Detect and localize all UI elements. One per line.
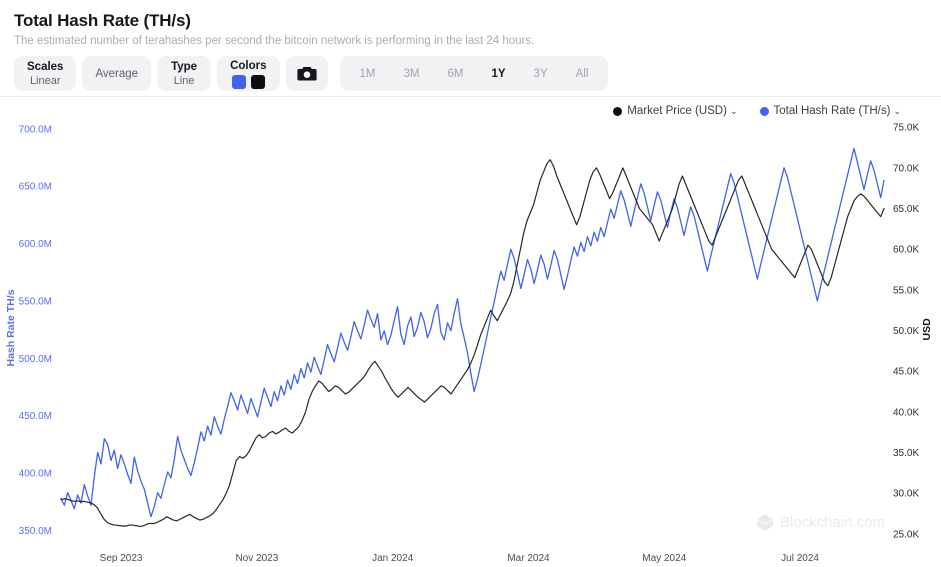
y-left-tick-4: 500.0M <box>19 354 52 365</box>
blockchain-diamond-icon <box>757 514 773 531</box>
range-1y[interactable]: 1Y <box>477 57 519 91</box>
y-right-tick-9: 30.0K <box>893 489 919 500</box>
scales-button-value: Linear <box>30 74 61 88</box>
scales-button[interactable]: Scales Linear <box>14 56 76 91</box>
range-1m[interactable]: 1M <box>346 57 390 91</box>
type-button[interactable]: Type Line <box>157 56 211 91</box>
x-tick-5: Jul 2024 <box>781 553 819 564</box>
hash-rate-chart-page: Total Hash Rate (TH/s) The estimated num… <box>0 0 941 567</box>
average-button-label: Average <box>95 67 138 81</box>
y-right-tick-1: 70.0K <box>893 163 919 174</box>
page-title: Total Hash Rate (TH/s) <box>14 10 941 32</box>
screenshot-button[interactable] <box>286 56 328 91</box>
y-right-tick-5: 50.0K <box>893 326 919 337</box>
y-axis-right-ticks: 75.0K 70.0K 65.0K 60.0K 55.0K 50.0K 45.0K 40.0K… <box>893 123 919 541</box>
range-all[interactable]: All <box>562 57 603 91</box>
y-right-tick-4: 55.0K <box>893 285 919 296</box>
x-tick-2: Jan 2024 <box>372 553 414 564</box>
dual-axis-line-chart: 700.0M 650.0M 600.0M 550.0M 500.0M 450.0M 400.… <box>0 97 941 567</box>
y-right-tick-0: 75.0K <box>893 123 919 134</box>
y-right-tick-2: 65.0K <box>893 204 919 215</box>
y-axis-left-ticks: 700.0M 650.0M 600.0M 550.0M 500.0M 450.0M 400.… <box>19 124 52 537</box>
y-left-tick-7: 350.0M <box>19 526 52 537</box>
camera-icon <box>297 65 317 82</box>
y-left-tick-5: 450.0M <box>19 411 52 422</box>
y-left-tick-1: 650.0M <box>19 182 52 193</box>
x-tick-1: Nov 2023 <box>235 553 278 564</box>
colors-button-label: Colors <box>230 59 266 73</box>
x-tick-3: Mar 2024 <box>507 553 550 564</box>
series-line-hash-rate <box>61 148 884 516</box>
color-swatches <box>232 75 265 89</box>
x-tick-4: May 2024 <box>642 553 686 564</box>
range-3y[interactable]: 3Y <box>520 57 562 91</box>
scales-button-label: Scales <box>27 60 63 74</box>
chart-plot-area: 700.0M 650.0M 600.0M 550.0M 500.0M 450.0M 400.… <box>0 97 941 567</box>
average-button[interactable]: Average <box>82 56 151 91</box>
type-button-label: Type <box>171 60 197 74</box>
y-right-tick-10: 25.0K <box>893 529 919 540</box>
y-left-tick-3: 550.0M <box>19 296 52 307</box>
time-range-selector: 1M 3M 6M 1Y 3Y All <box>340 56 609 91</box>
chart-header: Total Hash Rate (TH/s) The estimated num… <box>0 0 941 49</box>
y-right-tick-8: 35.0K <box>893 448 919 459</box>
watermark-label: Blockchain.com <box>780 514 885 531</box>
series-line-market-price <box>61 160 884 527</box>
x-tick-0: Sep 2023 <box>100 553 143 564</box>
y-right-tick-7: 40.0K <box>893 407 919 418</box>
color-swatch-primary[interactable] <box>232 75 246 89</box>
color-swatch-secondary[interactable] <box>251 75 265 89</box>
y-left-tick-0: 700.0M <box>19 124 52 135</box>
series-lines <box>61 148 884 526</box>
x-axis-ticks: Sep 2023 Nov 2023 Jan 2024 Mar 2024 May 2024… <box>100 553 820 564</box>
y-right-tick-3: 60.0K <box>893 245 919 256</box>
range-3m[interactable]: 3M <box>390 57 434 91</box>
watermark: Blockchain.com <box>757 514 885 531</box>
y-right-tick-6: 45.0K <box>893 367 919 378</box>
y-left-tick-6: 400.0M <box>19 469 52 480</box>
chart-toolbar: Scales Linear Average Type Line Colors 1… <box>0 49 941 91</box>
page-subtitle: The estimated number of terahashes per s… <box>14 33 941 49</box>
type-button-value: Line <box>174 74 195 88</box>
axis-titles: Hash Rate TH/s USD <box>5 289 933 366</box>
y-axis-left-title: Hash Rate TH/s <box>5 289 17 366</box>
colors-button[interactable]: Colors <box>217 56 279 91</box>
range-6m[interactable]: 6M <box>433 57 477 91</box>
y-left-tick-2: 600.0M <box>19 239 52 250</box>
y-axis-right-title: USD <box>921 318 933 341</box>
